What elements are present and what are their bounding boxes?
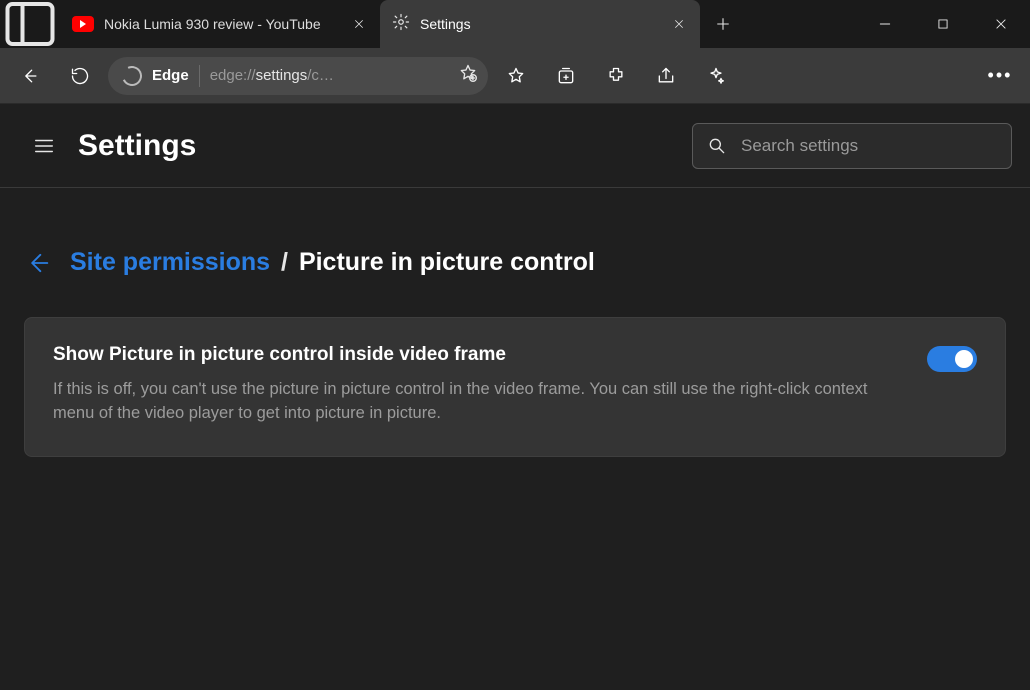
address-bar[interactable]: Edge edge://settings/c… — [108, 57, 488, 95]
tab-label: Nokia Lumia 930 review - YouTube — [104, 16, 340, 32]
url-brand: Edge — [152, 67, 189, 84]
edge-icon — [119, 63, 145, 89]
browser-toolbar: Edge edge://settings/c… ••• — [0, 48, 1030, 104]
minimize-button[interactable] — [856, 0, 914, 48]
tab-youtube[interactable]: Nokia Lumia 930 review - YouTube — [60, 0, 380, 48]
share-button[interactable] — [644, 54, 688, 98]
more-button[interactable]: ••• — [978, 54, 1022, 98]
maximize-button[interactable] — [914, 0, 972, 48]
breadcrumb-current: Picture in picture control — [299, 248, 595, 276]
breadcrumb-parent-link[interactable]: Site permissions — [70, 248, 270, 276]
page-title: Settings — [78, 129, 196, 163]
copilot-button[interactable] — [694, 54, 738, 98]
tab-actions-button[interactable] — [0, 0, 60, 48]
setting-description: If this is off, you can't use the pictur… — [53, 378, 873, 426]
tab-close-button[interactable] — [350, 15, 368, 33]
breadcrumb-separator: / — [281, 248, 288, 276]
hamburger-menu-button[interactable] — [24, 126, 64, 166]
collections-button[interactable] — [544, 54, 588, 98]
search-input[interactable] — [741, 136, 997, 156]
new-tab-button[interactable] — [700, 0, 746, 48]
settings-search[interactable] — [692, 123, 1012, 169]
favorites-button[interactable] — [494, 54, 538, 98]
search-icon — [707, 136, 727, 156]
window-controls — [856, 0, 1030, 48]
breadcrumb-back-button[interactable] — [24, 249, 52, 277]
setting-card: Show Picture in picture control inside v… — [24, 317, 1006, 457]
close-window-button[interactable] — [972, 0, 1030, 48]
tab-settings[interactable]: Settings — [380, 0, 700, 48]
refresh-button[interactable] — [58, 54, 102, 98]
url-text: edge://settings/c… — [210, 67, 448, 84]
title-bar: Nokia Lumia 930 review - YouTube Setting… — [0, 0, 1030, 48]
separator — [199, 65, 200, 87]
tab-label: Settings — [420, 16, 660, 32]
nav-back-button[interactable] — [8, 54, 52, 98]
settings-header: Settings — [0, 104, 1030, 188]
add-favorite-icon[interactable] — [458, 63, 478, 88]
gear-icon — [392, 13, 410, 36]
breadcrumb: Site permissions / Picture in picture co… — [24, 248, 1006, 277]
setting-title: Show Picture in picture control inside v… — [53, 344, 907, 366]
extensions-button[interactable] — [594, 54, 638, 98]
tab-close-button[interactable] — [670, 15, 688, 33]
settings-content: Site permissions / Picture in picture co… — [0, 188, 1030, 457]
youtube-icon — [72, 16, 94, 32]
pip-toggle[interactable] — [927, 346, 977, 372]
